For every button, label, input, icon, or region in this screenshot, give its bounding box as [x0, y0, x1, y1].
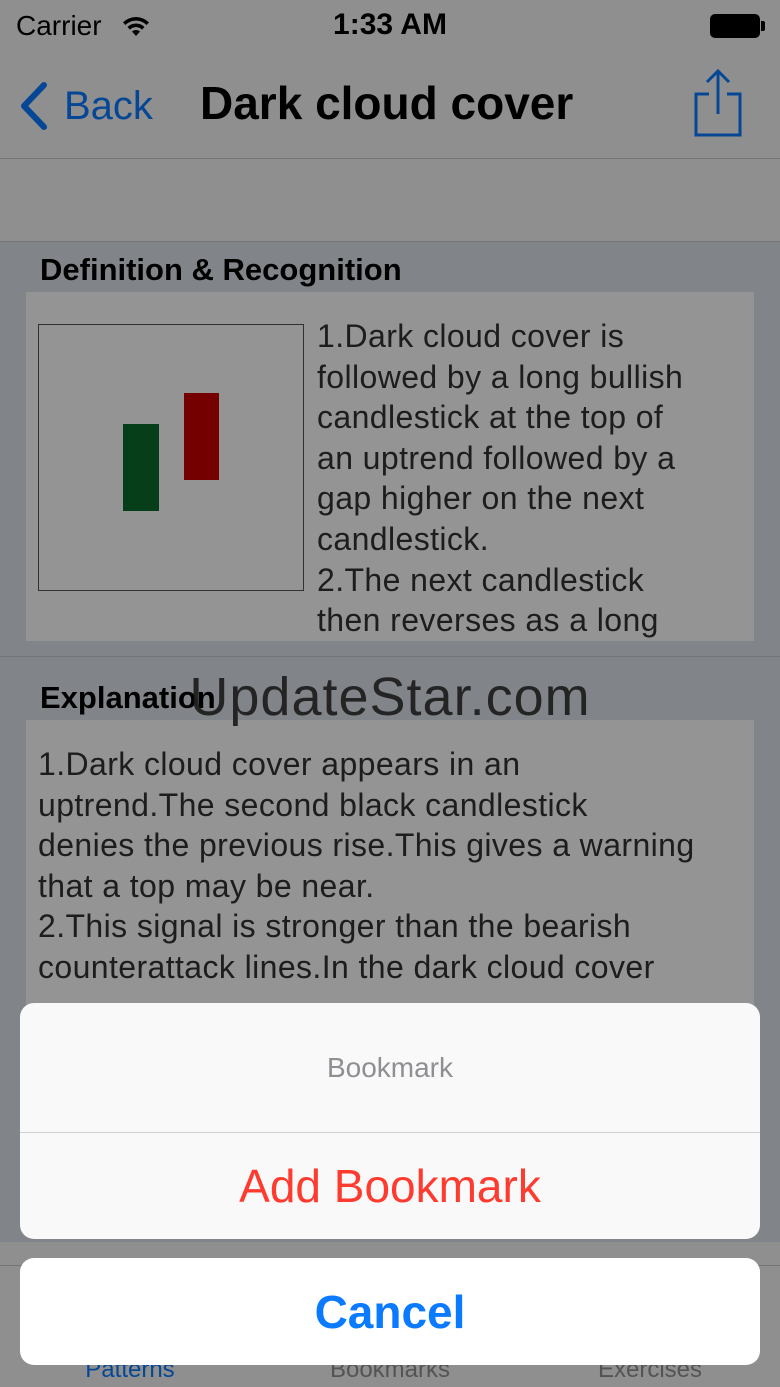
action-sheet-title: Bookmark: [326, 1051, 454, 1083]
action-sheet: Bookmark Add Bookmark: [20, 1003, 760, 1239]
watermark-text: UpdateStar.com: [189, 667, 591, 727]
add-bookmark-button[interactable]: Add Bookmark: [20, 1133, 760, 1239]
cancel-button[interactable]: Cancel: [20, 1258, 760, 1365]
